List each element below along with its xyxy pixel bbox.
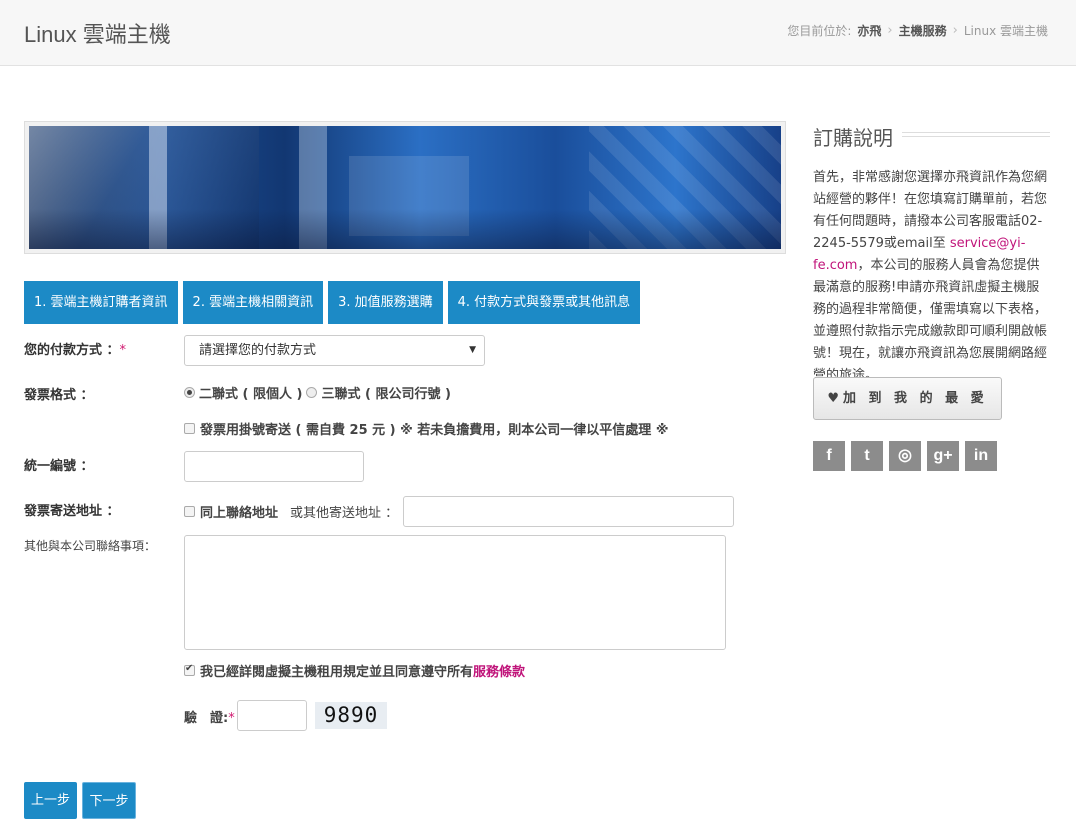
payment-label: 您的付款方式 ：* — [24, 343, 127, 358]
page-title: Linux 雲端主機 — [24, 22, 171, 47]
dribbble-icon[interactable]: ◎ — [889, 441, 921, 471]
banner-image — [29, 126, 781, 249]
sidebar-title: 訂購說明 — [813, 126, 893, 150]
captcha-label: 驗 證:* — [184, 711, 235, 726]
prev-step-button[interactable]: 上一步 — [24, 782, 77, 819]
same-address-label: 同上聯絡地址 — [200, 506, 279, 521]
registered-mail-checkbox[interactable] — [184, 423, 195, 434]
invoice-address-row: 同上聯絡地址 或其他寄送地址 ： — [184, 502, 398, 521]
terms-agree-text: 我已經詳閱虛擬主機租用規定並且同意遵守所有 — [200, 665, 474, 680]
google-plus-icon[interactable]: g+ — [927, 441, 959, 471]
add-to-favorites-button[interactable]: ♥ 加 到 我 的 最 愛 — [813, 377, 1002, 420]
page-header: Linux 雲端主機 您目前位於: 亦飛 › 主機服務 › Linux 雲端主機 — [0, 0, 1076, 66]
breadcrumb: 您目前位於: 亦飛 › 主機服務 › Linux 雲端主機 — [787, 22, 1048, 39]
breadcrumb-chevron-icon: › — [952, 23, 958, 38]
invoice-option-three-part: 三聯式 ( 限公司行號 ) — [321, 387, 451, 402]
next-step-button[interactable]: 下一步 — [82, 782, 136, 819]
registered-mail-text: 發票用掛號寄送 ( 需自費 25 元 ) ※ 若未負擔費用，則本公司一律以平信處… — [200, 423, 669, 438]
tax-id-label: 統一編號 ： — [24, 459, 94, 474]
tax-id-input[interactable] — [184, 451, 364, 482]
required-mark: * — [119, 343, 127, 358]
social-links: f t ◎ g+ in — [813, 441, 997, 471]
other-address-label: 或其他寄送地址 ： — [290, 506, 399, 521]
breadcrumb-prefix: 您目前位於: — [787, 24, 852, 38]
invoice-radio-three-part[interactable] — [306, 387, 318, 398]
invoice-address-label: 發票寄送地址 ： — [24, 504, 120, 519]
notes-textarea[interactable] — [184, 535, 726, 650]
sidebar-title-divider — [902, 132, 1050, 137]
captcha-image: 9890 — [315, 702, 387, 729]
invoice-format-label: 發票格式 ： — [24, 388, 94, 403]
banner-frame — [24, 121, 786, 254]
terms-agree-checkbox[interactable] — [184, 663, 195, 676]
breadcrumb-item-hosting[interactable]: 主機服務 — [899, 22, 947, 39]
caret-down-icon: ▼ — [469, 345, 476, 355]
required-mark: * — [228, 711, 235, 726]
tab-step-4[interactable]: 4. 付款方式與發票或其他訊息 — [447, 281, 641, 324]
invoice-radio-two-part[interactable] — [184, 387, 195, 398]
invoice-option-two-part: 二聯式 ( 限個人 ) — [199, 387, 303, 402]
tab-step-1[interactable]: 1. 雲端主機訂購者資訊 — [24, 281, 178, 324]
terms-agreement-row: 我已經詳閱虛擬主機租用規定並且同意遵守所有 服務條款 — [184, 661, 525, 680]
sidebar-description: 首先，非常感謝您選擇亦飛資訊作為您網站經營的夥伴！在您填寫訂購單前，若您有任何問… — [813, 170, 1048, 383]
facebook-icon[interactable]: f — [813, 441, 845, 471]
captcha-input[interactable] — [237, 700, 307, 731]
twitter-icon[interactable]: t — [851, 441, 883, 471]
payment-selected-value: 請選擇您的付款方式 — [199, 343, 317, 358]
registered-mail-row: 發票用掛號寄送 ( 需自費 25 元 ) ※ 若未負擔費用，則本公司一律以平信處… — [184, 419, 668, 438]
invoice-format-group: 二聯式 ( 限個人 ) 三聯式 ( 限公司行號 ) — [184, 383, 451, 402]
breadcrumb-item-current: Linux 雲端主機 — [963, 24, 1048, 38]
heart-icon: ♥ — [827, 391, 839, 406]
breadcrumb-chevron-icon: › — [887, 23, 893, 38]
step-tabs: 1. 雲端主機訂購者資訊 2. 雲端主機相關資訊 3. 加值服務選購 4. 付款… — [24, 281, 641, 324]
payment-method-select[interactable]: 請選擇您的付款方式 ▼ — [184, 335, 485, 366]
notes-label: 其他與本公司聯絡事項： — [24, 539, 157, 553]
tab-step-2[interactable]: 2. 雲端主機相關資訊 — [182, 281, 324, 324]
terms-of-service-link[interactable]: 服務條款 — [473, 661, 525, 680]
other-address-input[interactable] — [403, 496, 734, 527]
breadcrumb-item-home[interactable]: 亦飛 — [857, 22, 881, 39]
linkedin-icon[interactable]: in — [965, 441, 997, 471]
same-address-checkbox[interactable] — [184, 506, 195, 517]
tab-step-3[interactable]: 3. 加值服務選購 — [328, 281, 443, 324]
